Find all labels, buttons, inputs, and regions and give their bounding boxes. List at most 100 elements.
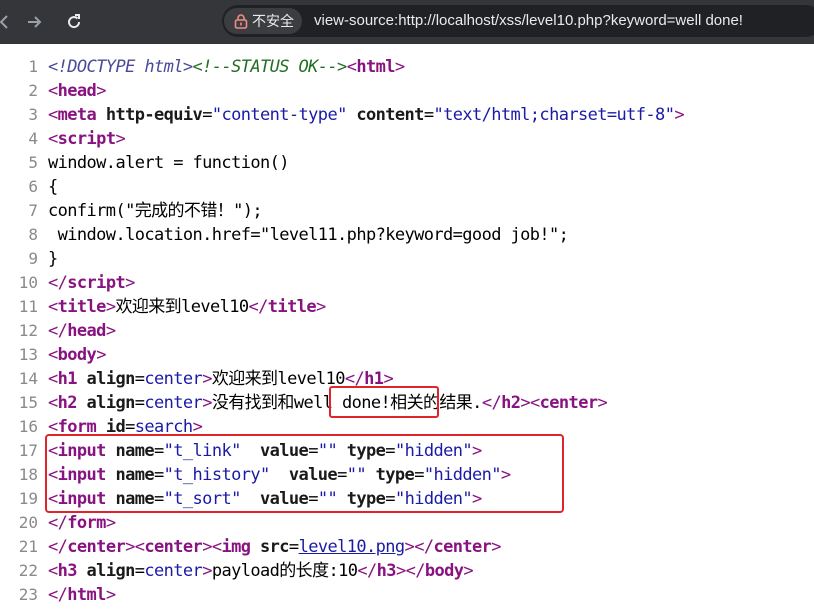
code-token: title: [267, 297, 317, 317]
code-token: >: [315, 297, 326, 317]
code-token: </: [48, 537, 68, 557]
code-token: >: [202, 561, 212, 581]
forward-button[interactable]: [22, 10, 46, 34]
code-token: >: [394, 57, 405, 77]
line-number: 10: [18, 273, 38, 292]
code-token: html: [356, 57, 395, 77]
line-code: </head>: [48, 319, 116, 343]
line-number: 11: [18, 297, 38, 316]
code-token: >: [115, 129, 126, 149]
code-token: <: [48, 393, 58, 413]
code-token: >: [491, 537, 501, 557]
highlight-keyword-box: [329, 386, 439, 418]
url-text[interactable]: view-source:http://localhost/xss/level10…: [314, 12, 743, 29]
code-token: script: [67, 273, 126, 293]
security-label: 不安全: [252, 13, 294, 29]
code-token: center: [67, 537, 126, 557]
code-token: <!--STATUS OK-->: [192, 57, 348, 77]
line-code: <title>欢迎来到level10</title>: [48, 295, 326, 319]
source-line: 21 </center><center><img src=level10.png>…: [0, 535, 814, 559]
line-number: 8: [28, 225, 38, 244]
source-line: 13 <body>: [0, 343, 814, 367]
source-line: 3 <meta http-equiv="content-type" content…: [0, 103, 814, 127]
source-line: 23 </html>: [0, 583, 814, 607]
line-number: 19: [18, 489, 38, 508]
code-token: 欢迎来到level10: [115, 297, 249, 317]
code-token: <: [48, 345, 58, 365]
line-number: 5: [28, 153, 38, 172]
line-code: </form>: [48, 511, 116, 535]
code-token: html: [67, 585, 106, 605]
code-token: head: [67, 321, 106, 341]
code-token: title: [57, 297, 107, 317]
code-token: </: [357, 561, 377, 581]
code-token: script: [57, 129, 116, 149]
source-line: 6{: [0, 175, 814, 199]
line-code: <meta http-equiv="content-type" content=…: [48, 103, 685, 127]
source-line: 12 </head>: [0, 319, 814, 343]
address-bar[interactable]: 不安全 view-source:http://localhost/xss/lev…: [222, 5, 814, 37]
line-code: {: [48, 175, 58, 199]
code-token: </: [481, 393, 502, 413]
code-token: </: [248, 297, 269, 317]
code-token: >: [202, 393, 212, 413]
code-token: >: [404, 537, 415, 557]
code-token: <: [48, 369, 58, 389]
line-number: 23: [18, 585, 38, 604]
reload-button[interactable]: [62, 10, 86, 34]
code-token: {: [48, 177, 58, 197]
code-token: >: [597, 393, 608, 413]
code-token: "text/html;charset=utf-8": [433, 105, 675, 125]
highlight-hidden-inputs-box: [45, 434, 564, 513]
back-button[interactable]: [0, 10, 18, 34]
code-token: payload的长度:10: [211, 561, 358, 581]
code-token: h3: [57, 561, 87, 581]
code-token: <: [530, 393, 540, 413]
line-number: 7: [28, 201, 38, 220]
code-token: </: [414, 537, 434, 557]
code-token: meta: [57, 105, 106, 125]
line-number: 21: [18, 537, 38, 556]
arrow-left-icon: [0, 15, 8, 29]
code-token: h2: [57, 393, 87, 413]
line-number: 1: [28, 57, 38, 76]
line-code: }: [48, 247, 58, 271]
code-token: "content-type": [211, 105, 347, 125]
code-token: </: [48, 273, 68, 293]
code-token: <: [346, 57, 357, 77]
line-number: 22: [18, 561, 38, 580]
code-token: confirm("完成的不错！");: [48, 201, 263, 221]
source-line: 1 <!DOCTYPE html><!--STATUS OK--><html>: [0, 55, 814, 79]
arrow-right-icon: [28, 16, 42, 28]
code-token: >: [125, 273, 135, 293]
code-token: h2: [501, 393, 521, 413]
source-link[interactable]: level10.png: [299, 537, 406, 557]
line-number: 9: [28, 249, 38, 268]
line-number: 13: [18, 345, 38, 364]
code-token: center: [144, 369, 203, 389]
code-token: >: [105, 321, 116, 341]
code-token: img: [221, 537, 261, 557]
code-token: >: [674, 105, 684, 125]
line-code: confirm("完成的不错！");: [48, 199, 263, 223]
code-token: center: [144, 537, 203, 557]
line-number: 4: [28, 129, 38, 148]
code-token: >: [96, 345, 106, 365]
code-token: <: [48, 561, 58, 581]
line-code: <script>: [48, 127, 126, 151]
code-token: >: [105, 585, 116, 605]
warning-lock-icon: [234, 14, 248, 29]
code-token: center: [144, 393, 203, 413]
line-code: <h3 align=center>payload的长度:10</h3></bod…: [48, 559, 474, 583]
source-line: 7 confirm("完成的不错！");: [0, 199, 814, 223]
code-token: >: [125, 537, 135, 557]
line-number: 2: [28, 81, 38, 100]
code-token: >: [105, 513, 116, 533]
security-indicator[interactable]: 不安全: [224, 8, 302, 34]
code-token: </: [48, 513, 68, 533]
code-token: <: [48, 129, 58, 149]
line-code: </center><center><img src=level10.png></…: [48, 535, 502, 559]
code-token: window.location.href="level11.php?keywor…: [48, 225, 569, 245]
code-token: <: [48, 81, 58, 101]
code-token: <: [134, 537, 145, 557]
